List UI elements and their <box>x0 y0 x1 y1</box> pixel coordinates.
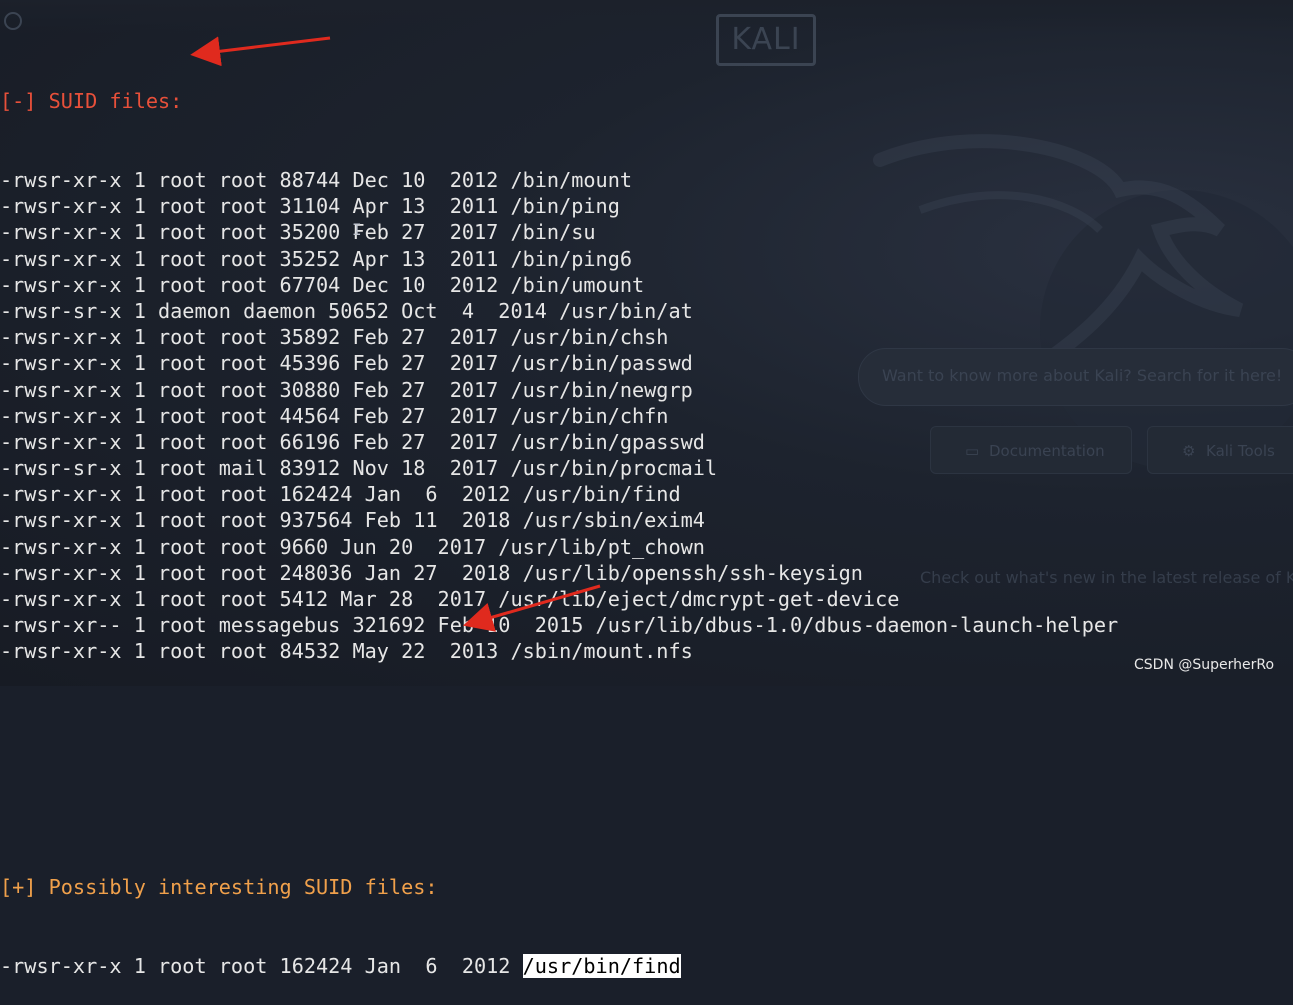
arrow-to-interesting-header <box>462 584 601 632</box>
interesting-suid-header: [+] Possibly interesting SUID files: <box>0 875 438 900</box>
csdn-watermark: CSDN @SuperherRo <box>1134 657 1275 673</box>
arrow-to-suid-header <box>190 36 331 67</box>
interesting-suid-entry: -rwsr-xr-x 1 root root 162424 Jan 6 2012… <box>0 953 1118 979</box>
interesting-entry-prefix: -rwsr-xr-x 1 root root 162424 Jan 6 2012 <box>0 953 523 978</box>
selected-path[interactable]: /usr/bin/find <box>522 953 681 978</box>
annotation-arrows <box>190 36 601 632</box>
